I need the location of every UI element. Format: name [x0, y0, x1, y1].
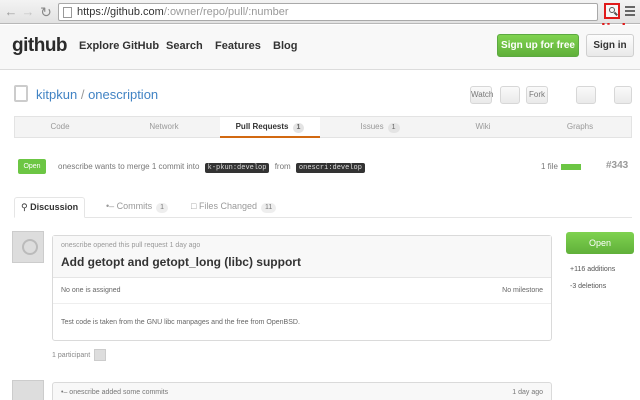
author-avatar[interactable]	[12, 231, 44, 263]
pr-number: #343	[606, 160, 629, 171]
assignee-row: No one is assigned No milestone	[53, 284, 551, 304]
url-path: /:owner/repo/pull/:number	[163, 6, 289, 18]
pull-requests-count: 1	[292, 123, 305, 133]
milestone-text: No milestone	[502, 287, 543, 294]
pr-description: onescribe opened this pull request 1 day…	[52, 235, 552, 341]
tab-wiki[interactable]: Wiki	[443, 117, 523, 138]
forward-arrow-icon[interactable]: →	[20, 4, 36, 20]
signin-button[interactable]: Sign in	[586, 34, 634, 57]
participant-avatar[interactable]	[94, 349, 107, 361]
commit-time: 1 day ago	[512, 389, 543, 396]
fork-count	[576, 86, 596, 104]
tab-files-changed[interactable]: □ Files Changed 11	[185, 197, 282, 218]
watch-button[interactable]: Watch	[470, 86, 493, 104]
browser-toolbar: ← → ↻ https://github.com/:owner/repo/pul…	[0, 0, 640, 24]
tab-issues[interactable]: Issues 1	[335, 117, 425, 138]
reload-icon[interactable]: ↻	[38, 4, 54, 20]
nav-explore[interactable]: Explore GitHub	[79, 40, 159, 52]
url-host: https://github.com	[77, 6, 164, 18]
commits-count: 1	[156, 203, 169, 213]
nav-features[interactable]: Features	[215, 40, 261, 52]
address-bar[interactable]: https://github.com/:owner/repo/pull/:num…	[58, 3, 598, 21]
additions-stat: +116 additions	[570, 266, 616, 273]
tab-network[interactable]: Network	[119, 117, 209, 138]
page-icon	[63, 7, 72, 18]
repo-icon	[14, 85, 28, 102]
back-arrow-icon[interactable]: ←	[3, 4, 19, 20]
repo-title: kitpkun / onescription	[36, 87, 159, 102]
github-logo[interactable]: github	[12, 35, 68, 57]
star-button[interactable]	[614, 86, 632, 104]
repo-owner-link[interactable]: kitpkun	[36, 87, 77, 102]
tab-discussion[interactable]: ⚲ Discussion	[14, 197, 86, 218]
comment-header: onescribe opened this pull request 1 day…	[53, 236, 551, 278]
commit-icon: •–	[61, 389, 68, 396]
repo-name-link[interactable]: onescription	[88, 87, 158, 102]
tab-code[interactable]: Code	[15, 117, 105, 138]
assignee-text: No one is assigned	[61, 287, 121, 294]
diffstat-bar	[560, 163, 581, 170]
tab-graphs[interactable]: Graphs	[540, 117, 620, 138]
head-branch[interactable]: onescri:develop	[295, 163, 365, 173]
commit-text: onescribe added some commits	[69, 389, 169, 396]
pr-body: Test code is taken from the GNU libc man…	[61, 319, 300, 326]
extension-search-button[interactable]	[604, 3, 620, 19]
pr-state-button: Open	[566, 232, 634, 254]
pr-title: Add getopt and getopt_long (libc) suppor…	[61, 255, 301, 269]
repo-tabs: Code Network Pull Requests 1 Issues 1 Wiki…	[14, 116, 632, 138]
browser-menu-icon[interactable]	[625, 6, 635, 16]
commit-summary: •– onescribe added some commits 1 day ag…	[52, 382, 552, 400]
base-branch[interactable]: k-pkun:develop	[204, 163, 270, 173]
watch-count	[500, 86, 520, 104]
nav-search[interactable]: Search	[166, 40, 203, 52]
signup-button[interactable]: Sign up for free	[497, 34, 579, 57]
commit-author-avatar[interactable]	[12, 380, 44, 400]
site-header: github Explore GitHub Search Features Bl…	[0, 25, 640, 70]
issues-count: 1	[387, 123, 400, 133]
pr-state-badge: Open	[18, 159, 46, 174]
opened-by-text: onescribe opened this pull request 1 day…	[61, 242, 201, 249]
participants: 1 participant	[52, 349, 107, 361]
fork-button[interactable]: Fork	[526, 86, 548, 104]
pr-meta: onescribe wants to merge 1 commit into k…	[58, 162, 368, 173]
files-changed-count: 11	[260, 203, 277, 213]
tab-pull-requests[interactable]: Pull Requests 1	[220, 117, 320, 138]
tab-commits[interactable]: •– Commits 1	[100, 197, 174, 218]
diffstat: 1 file	[541, 162, 581, 171]
nav-blog[interactable]: Blog	[273, 40, 297, 52]
deletions-stat: -3 deletions	[570, 283, 607, 290]
